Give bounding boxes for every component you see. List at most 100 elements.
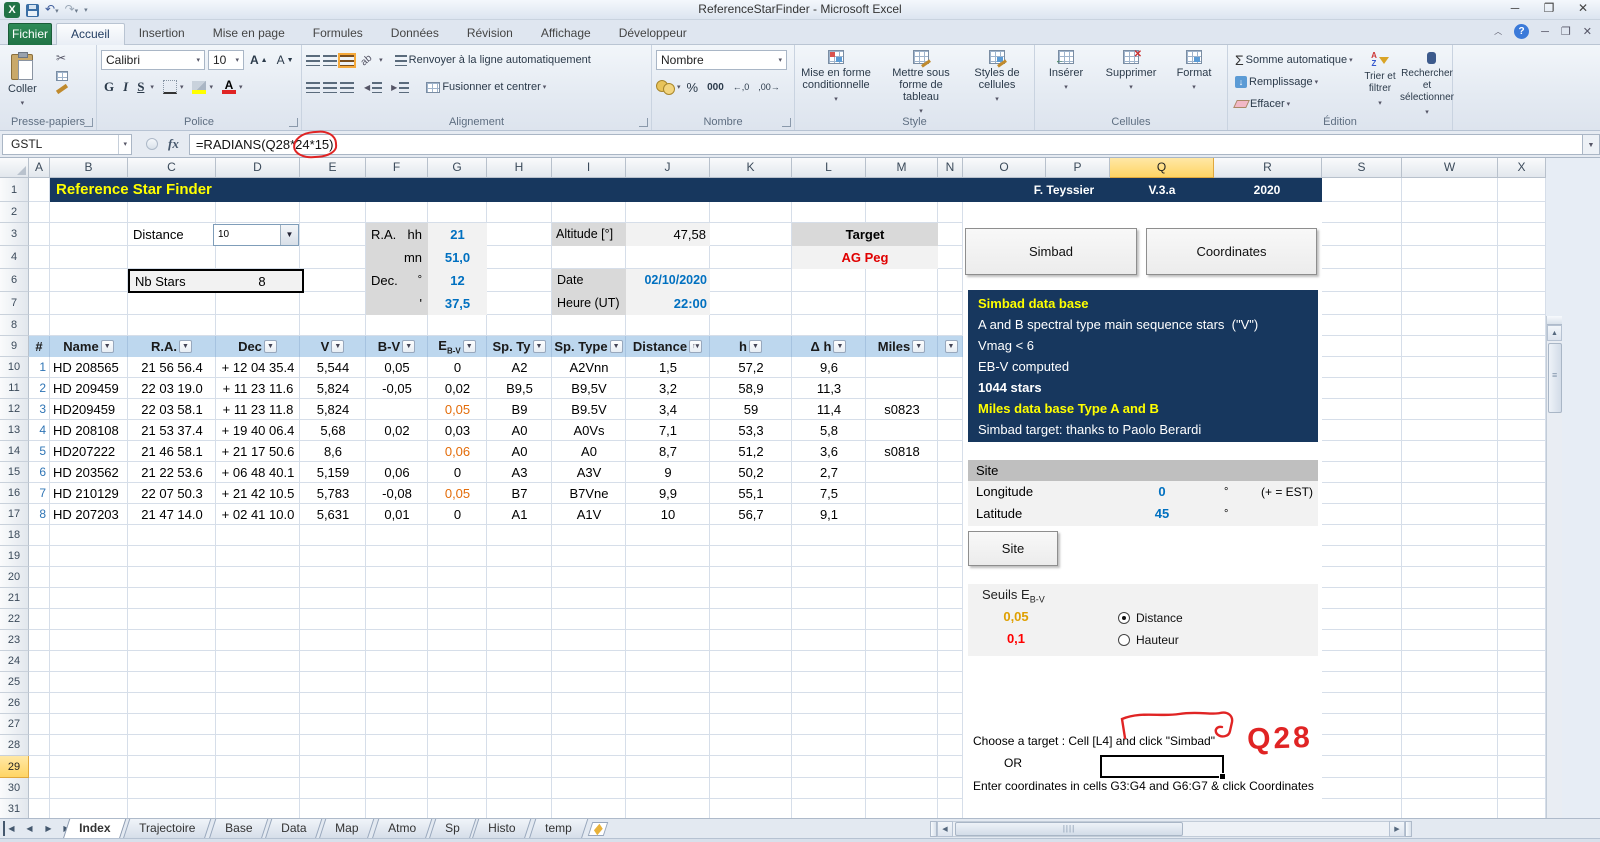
row-header-29[interactable]: 29 (0, 756, 29, 778)
minimize-icon[interactable]: ─ (1506, 1, 1524, 15)
workbook-close-icon[interactable]: ✕ (1583, 25, 1592, 38)
radio-hauteur-row[interactable]: Hauteur (1118, 633, 1179, 647)
font-size-combo[interactable]: 10▾ (208, 50, 244, 70)
increase-decimal-icon[interactable]: ←,0 (730, 77, 753, 97)
row-header-14[interactable]: 14 (0, 441, 29, 462)
filter-dropdown-icon[interactable]: ▼ (402, 340, 415, 353)
filter-dropdown-icon[interactable]: ▼ (945, 340, 958, 353)
ra-value-box[interactable]: 21 51,0 (428, 223, 487, 269)
paste-dropdown-icon[interactable]: ▾ (21, 98, 25, 110)
insert-function-icon[interactable]: fx (168, 136, 179, 152)
italic-icon[interactable]: I (120, 77, 131, 97)
ribbon-tab-mise-en-page[interactable]: Mise en page (199, 23, 299, 45)
horizontal-split-handle[interactable] (1405, 821, 1412, 837)
column-header-M[interactable]: M (866, 158, 938, 178)
vertical-scroll-thumb[interactable] (1548, 343, 1562, 413)
align-bottom-icon[interactable] (340, 55, 354, 66)
first-sheet-icon[interactable]: ◀ (3, 821, 18, 836)
number-dialog-launcher[interactable] (782, 118, 791, 127)
coordinates-button[interactable]: Coordinates (1146, 228, 1317, 275)
row-header-2[interactable]: 2 (0, 202, 29, 223)
column-header-K[interactable]: K (710, 158, 792, 178)
find-select-button[interactable]: Rechercher et sélectionner▾ (1402, 47, 1452, 121)
dropdown-arrow-icon[interactable]: ▼ (280, 225, 298, 245)
filter-dropdown-icon[interactable]: ▼ (533, 340, 546, 353)
align-right-icon[interactable] (340, 82, 354, 93)
decrease-decimal-icon[interactable]: ,00→ (755, 77, 783, 97)
dec-min-value[interactable]: 37,5 (428, 292, 487, 315)
row-header-26[interactable]: 26 (0, 693, 29, 714)
row-header-10[interactable]: 10 (0, 357, 29, 378)
row-header-9[interactable]: 9 (0, 336, 29, 357)
row-header-23[interactable]: 23 (0, 630, 29, 651)
expand-formula-bar-icon[interactable]: ▼ (1582, 134, 1600, 155)
workbook-minimize-icon[interactable]: ─ (1541, 26, 1549, 38)
font-color-icon[interactable]: A (222, 80, 236, 94)
column-header-B[interactable]: B (50, 158, 128, 178)
collapse-ribbon-icon[interactable]: ︿ (1494, 26, 1502, 37)
row-header-24[interactable]: 24 (0, 651, 29, 672)
file-tab[interactable]: Fichier (8, 23, 52, 45)
row-header-22[interactable]: 22 (0, 609, 29, 630)
dec-value-box[interactable]: 12 37,5 (428, 269, 487, 315)
clear-button[interactable]: Effacer▾ (1232, 94, 1356, 114)
filter-dropdown-icon[interactable]: ▼ (463, 340, 476, 353)
row-header-25[interactable]: 25 (0, 672, 29, 693)
font-name-combo[interactable]: Calibri▾ (101, 50, 205, 70)
ribbon-tab-révision[interactable]: Révision (453, 23, 527, 45)
column-header-X[interactable]: X (1498, 158, 1546, 178)
align-left-icon[interactable] (306, 82, 320, 93)
ribbon-tab-affichage[interactable]: Affichage (527, 23, 605, 45)
column-header-I[interactable]: I (552, 158, 626, 178)
filter-dropdown-icon[interactable]: ▼ (101, 340, 114, 353)
formula-bar-button[interactable] (146, 138, 158, 150)
help-icon[interactable]: ? (1514, 24, 1529, 39)
sheet-tab-histo[interactable]: Histo (472, 819, 532, 839)
row-header-28[interactable]: 28 (0, 735, 29, 756)
column-header-N[interactable]: N (938, 158, 963, 178)
restore-icon[interactable]: ❐ (1540, 1, 1558, 15)
column-header-P[interactable]: P (1046, 158, 1110, 178)
sheet-tab-sp[interactable]: Sp (428, 819, 475, 839)
horizontal-scroll-track[interactable] (953, 821, 1389, 837)
horizontal-scrollbar[interactable]: ◀ ▶ (930, 821, 1412, 837)
row-header-21[interactable]: 21 (0, 588, 29, 609)
format-painter-icon[interactable] (56, 84, 68, 94)
fill-color-icon[interactable] (192, 81, 206, 94)
sheet-tab-data[interactable]: Data (265, 819, 323, 839)
column-header-Q[interactable]: Q (1110, 158, 1214, 178)
font-dialog-launcher[interactable] (289, 118, 298, 127)
date-value-box[interactable]: 02/10/2020 22:00 (626, 269, 710, 315)
sort-filter-dropdown-icon[interactable]: ↑▾ (689, 340, 702, 353)
autosum-button[interactable]: ΣSomme automatique▾ (1232, 50, 1356, 70)
row-header-20[interactable]: 20 (0, 567, 29, 588)
target-value[interactable]: AG Peg (792, 246, 938, 269)
formula-input[interactable]: =RADIANS(Q28*24*15) (189, 134, 1582, 155)
ribbon-tab-développeur[interactable]: Développeur (605, 23, 701, 45)
clipboard-dialog-launcher[interactable] (84, 118, 93, 127)
decrease-indent-icon[interactable]: ◀ (361, 77, 385, 97)
tab-split-handle[interactable] (930, 821, 937, 837)
paste-button[interactable]: Coller▾ (4, 49, 41, 112)
align-center-icon[interactable] (323, 82, 337, 93)
name-box[interactable]: GSTL▾ (2, 134, 132, 155)
sort-filter-button[interactable]: AZ Trier et filtrer▾ (1356, 47, 1404, 112)
longitude-value[interactable]: 0 (1110, 481, 1214, 503)
wrap-text-button[interactable]: Renvoyer à la ligne automatiquement (392, 50, 594, 70)
scroll-right-icon[interactable]: ▶ (1389, 821, 1405, 837)
underline-icon[interactable]: S (134, 77, 147, 97)
ra-mn-value[interactable]: 51,0 (428, 246, 487, 269)
bold-icon[interactable]: G (101, 77, 117, 97)
site-button[interactable]: Site (968, 531, 1058, 566)
row-header-19[interactable]: 19 (0, 546, 29, 567)
row-header-15[interactable]: 15 (0, 462, 29, 483)
row-header-12[interactable]: 12 (0, 399, 29, 420)
sheet-tab-map[interactable]: Map (319, 819, 375, 839)
horizontal-scroll-thumb[interactable] (955, 822, 1183, 836)
row-header-8[interactable]: 8 (0, 315, 29, 336)
row-header-3[interactable]: 3 (0, 223, 29, 246)
row-header-7[interactable]: 7 (0, 292, 29, 315)
alignment-dialog-launcher[interactable] (639, 118, 648, 127)
latitude-value[interactable]: 45 (1110, 503, 1214, 525)
cells-grid[interactable]: Reference Star Finder F. Teyssier V.3.a … (29, 178, 1546, 818)
